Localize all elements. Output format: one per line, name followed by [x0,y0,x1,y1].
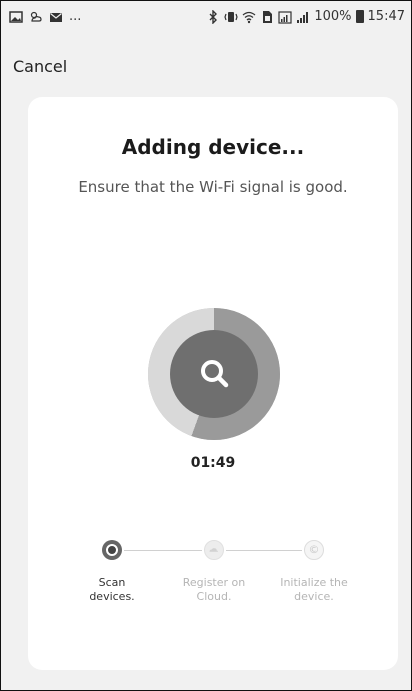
image-icon [9,10,23,23]
adding-device-card: Adding device... Ensure that the Wi-Fi s… [28,97,398,670]
step-label-initialize: Initialize the device. [280,576,348,603]
wifi-hint: Ensure that the Wi-Fi signal is good. [78,178,348,196]
cellular-signal-icon [297,11,309,23]
cancel-button[interactable]: Cancel [13,57,67,76]
status-bar: ... 100% 15:47 [1,1,411,35]
step-label-register: Register on Cloud. [182,576,246,603]
radio-dot-icon [102,540,122,560]
step-label-scan: Scan devices. [89,576,135,603]
cloud-icon [204,540,224,560]
page-title: Adding device... [121,135,305,159]
bluetooth-icon [209,9,218,24]
countdown-timer: 01:49 [190,455,236,471]
more-notifications: ... [69,9,82,24]
radar-center [170,330,258,418]
search-icon [201,360,229,388]
mail-icon [50,12,62,22]
sim-icon [263,10,273,23]
copyright-circle-icon: © [304,540,324,560]
cloud-weather-icon [30,11,42,22]
status-left: ... [9,9,81,24]
status-right: 100% 15:47 [206,9,405,24]
wifi-icon [242,11,256,23]
battery-percentage: 100% [314,9,352,24]
battery-icon [355,10,364,23]
step-connector-1 [124,550,202,551]
cloud-glyph-icon [209,548,219,552]
scanning-radar [148,308,280,440]
signal-icon [278,10,292,24]
clock: 15:47 [367,9,405,24]
step-connector-2 [226,550,302,551]
app-frame: ... 100% 15:47 Cancel Adding device... E… [0,0,412,691]
vibrate-icon [224,11,238,22]
